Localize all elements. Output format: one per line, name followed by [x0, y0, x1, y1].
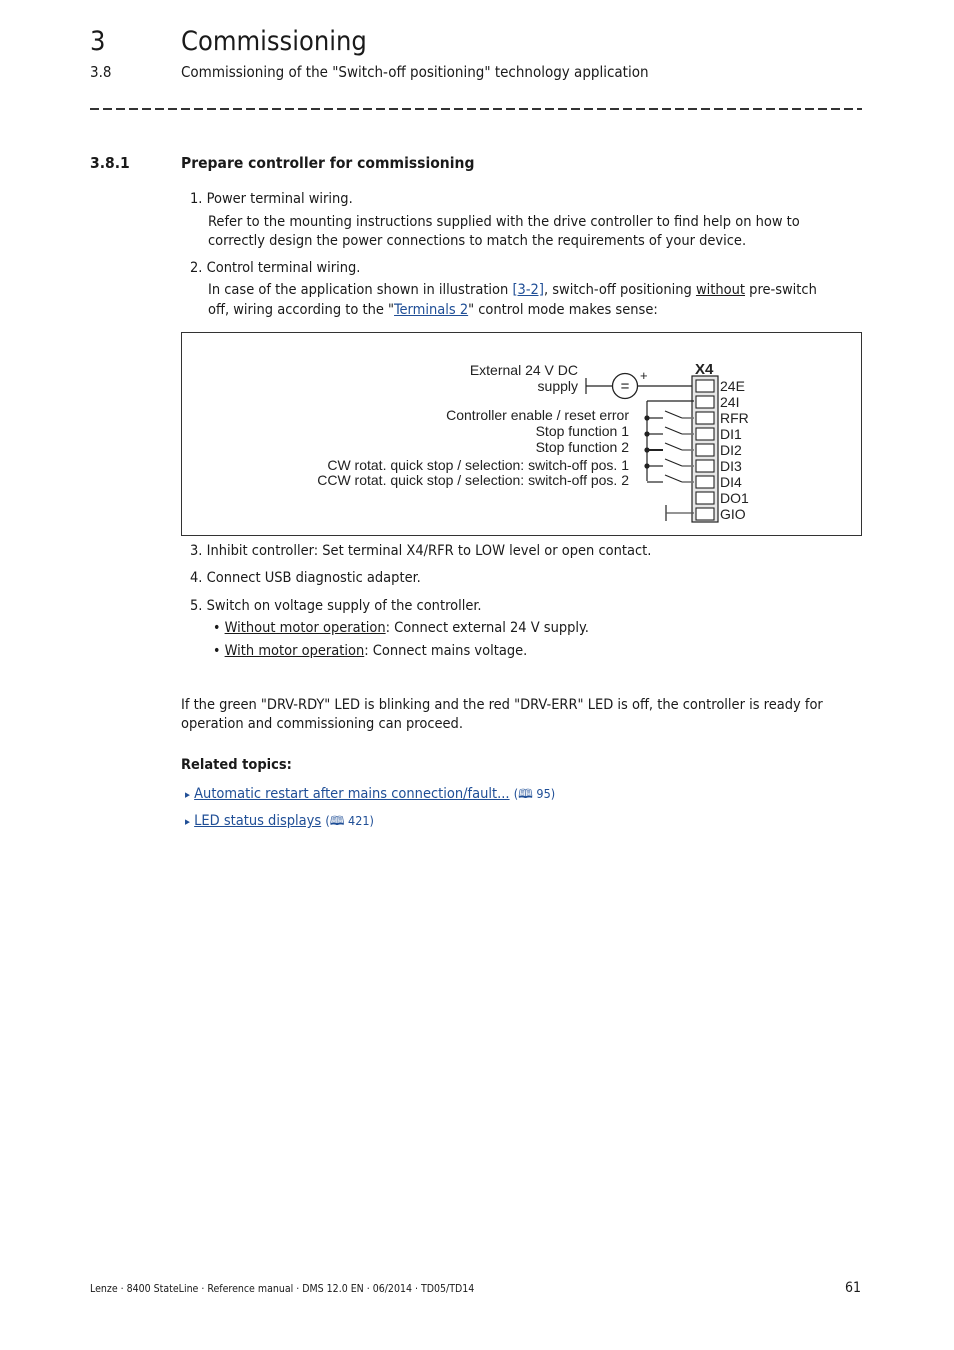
terminal-slot-gio	[695, 507, 715, 521]
bullet-text: : Connect external 24 V supply.	[385, 620, 589, 636]
signal-label: Stop function 2	[536, 439, 630, 455]
arrow-right-icon: ▸	[185, 815, 190, 828]
text: off, wiring according to the "	[208, 302, 395, 318]
step-2-body-line2: off, wiring according to the "Terminals …	[208, 301, 658, 321]
supply-label-line1: External 24 V DC	[470, 362, 578, 378]
step-title: Switch on voltage supply of the controll…	[206, 598, 482, 614]
step-number: 3.	[190, 543, 203, 559]
terminal-label: DI1	[720, 426, 742, 442]
text: pre-switch	[745, 282, 817, 298]
step-5-bullet-1: • Without motor operation: Connect exter…	[213, 619, 589, 639]
step-title: Control terminal wiring.	[206, 260, 361, 276]
signal-label: CW rotat. quick stop / selection: switch…	[327, 457, 629, 473]
step-title: Inhibit controller: Set terminal X4/RFR …	[206, 543, 652, 559]
ready-paragraph-line2: operation and commissioning can proceed.	[181, 716, 463, 732]
wiring-diagram: External 24 V DC supply = + X4 24E 24I RFR…	[181, 332, 862, 536]
step-5-bullet-2: • With motor operation: Connect mains vo…	[213, 642, 527, 662]
chapter-title: Commissioning	[181, 26, 367, 57]
signal-label: Controller enable / reset error	[446, 407, 629, 423]
terminal-slot-di4	[695, 475, 715, 489]
terminal-slot-do1	[695, 491, 715, 505]
terminal-label: DI4	[720, 474, 742, 490]
subsection-number: 3.8.1	[90, 154, 130, 172]
step-1-body-line2: correctly design the power connections t…	[208, 233, 747, 249]
step-2-body-line1: In case of the application shown in illu…	[208, 281, 817, 301]
related-link-led-status[interactable]: LED status displays	[194, 813, 321, 829]
terminals-2-link[interactable]: Terminals 2	[394, 302, 468, 318]
terminal-label: DI3	[720, 458, 742, 474]
chapter-number: 3	[90, 26, 106, 57]
supply-label-line2: supply	[538, 378, 578, 394]
switch-contact-icon	[664, 442, 683, 451]
bullet-emphasis: With motor operation	[224, 643, 365, 659]
switch-contact-icon	[664, 410, 683, 419]
related-topics-heading: Related topics:	[181, 757, 292, 773]
terminal-label: 24E	[720, 378, 745, 394]
terminal-slot-24i	[695, 395, 715, 409]
bullet-text: : Connect mains voltage.	[364, 643, 528, 659]
footer-text: Lenze · 8400 StateLine · Reference manua…	[90, 1283, 475, 1295]
signal-label: CCW rotat. quick stop / selection: switc…	[317, 472, 629, 488]
emphasis-without: without	[695, 282, 746, 298]
text: In case of the application shown in illu…	[208, 282, 513, 298]
switch-contact-icon	[664, 426, 683, 435]
book-icon: 🕮	[329, 813, 345, 828]
terminal-slot-rfr	[695, 411, 715, 425]
step-5: 5. Switch on voltage supply of the contr…	[190, 597, 482, 617]
bullet-icon: •	[213, 643, 221, 659]
step-number: 5.	[190, 598, 203, 614]
section-title: Commissioning of the "Switch-off positio…	[181, 63, 649, 81]
switch-contact-icon	[664, 474, 683, 483]
dc-source-symbol: =	[621, 378, 630, 395]
header-divider	[90, 108, 862, 110]
plus-symbol: +	[640, 368, 648, 383]
step-number: 1.	[190, 191, 203, 207]
text: " control mode makes sense:	[468, 302, 658, 318]
terminal-label: DI2	[720, 442, 742, 458]
terminal-slot-di3	[695, 459, 715, 473]
page-number: 421	[348, 813, 370, 828]
terminal-label: GIO	[720, 506, 746, 522]
terminal-label: RFR	[720, 410, 749, 426]
terminal-slot-di1	[695, 427, 715, 441]
book-icon: 🕮	[518, 786, 533, 801]
switch-contact-icon	[664, 458, 683, 467]
bullet-icon: •	[213, 620, 221, 636]
signal-label: Stop function 1	[536, 423, 630, 439]
step-4: 4. Connect USB diagnostic adapter.	[190, 569, 421, 589]
page-number: 61	[845, 1280, 862, 1296]
step-1: 1. Power terminal wiring.	[190, 190, 353, 210]
terminal-slot-24e	[695, 379, 715, 393]
step-3: 3. Inhibit controller: Set terminal X4/R…	[190, 542, 651, 562]
step-2: 2. Control terminal wiring.	[190, 259, 360, 279]
section-number: 3.8	[90, 63, 112, 81]
illustration-link[interactable]: [3-2]	[512, 282, 544, 298]
related-link-item-1: ▸ Automatic restart after mains connecti…	[185, 784, 555, 805]
step-number: 2.	[190, 260, 203, 276]
arrow-right-icon: ▸	[185, 788, 190, 801]
text: , switch-off positioning	[543, 282, 696, 298]
bullet-emphasis: Without motor operation	[224, 620, 386, 636]
related-link-auto-restart[interactable]: Automatic restart after mains connection…	[194, 786, 509, 802]
page-reference[interactable]: (🕮 95)	[514, 786, 555, 801]
ready-paragraph-line1: If the green "DRV-RDY" LED is blinking a…	[181, 697, 823, 713]
terminal-label: 24I	[720, 394, 739, 410]
step-number: 4.	[190, 570, 203, 586]
step-1-body-line1: Refer to the mounting instructions suppl…	[208, 214, 800, 230]
step-title: Power terminal wiring.	[206, 191, 353, 207]
terminal-slot-di2	[695, 443, 715, 457]
step-title: Connect USB diagnostic adapter.	[206, 570, 421, 586]
related-link-item-2: ▸ LED status displays (🕮 421)	[185, 811, 374, 832]
subsection-title: Prepare controller for commissioning	[181, 154, 475, 172]
terminal-label: DO1	[720, 490, 749, 506]
page-number: 95	[536, 786, 551, 801]
wiring-diagram-svg: External 24 V DC supply = + X4 24E24IRFR…	[317, 361, 749, 523]
page-reference[interactable]: (🕮 421)	[325, 813, 374, 828]
